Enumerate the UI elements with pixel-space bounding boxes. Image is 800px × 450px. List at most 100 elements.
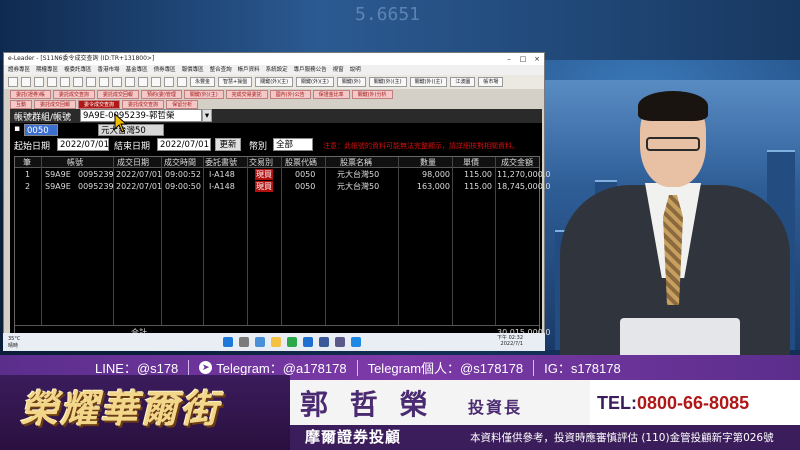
eleader-window: e-Leader - [S11N6委令成交查詢 (ID:TR+131800>] … bbox=[3, 52, 550, 342]
tab[interactable]: 保留分析 bbox=[166, 100, 199, 109]
col-index[interactable]: 筆 bbox=[23, 157, 31, 168]
toolbar-button[interactable] bbox=[151, 77, 161, 87]
menu-item[interactable]: 說明 bbox=[350, 67, 361, 73]
tab[interactable]: 委託(證券)帳 bbox=[10, 90, 51, 99]
tab[interactable]: 國內(外)公告 bbox=[269, 90, 311, 99]
tab[interactable]: 預約(委)管理 bbox=[140, 90, 182, 99]
row-price: 115.00 bbox=[464, 182, 492, 191]
toolbar-button[interactable]: 關鍵(外) bbox=[336, 77, 366, 87]
toolbar-button[interactable] bbox=[138, 77, 148, 87]
edge-icon[interactable] bbox=[303, 337, 313, 347]
weather-widget[interactable]: 35°C 晴時 bbox=[8, 336, 20, 349]
col-date[interactable]: 成交日期 bbox=[117, 157, 149, 168]
toolbar-button[interactable]: 關鍵(外)(主) bbox=[368, 77, 407, 87]
currency-select[interactable]: 全部 bbox=[273, 138, 313, 151]
toolbar-button[interactable]: 關鍵(外)(主) bbox=[255, 77, 294, 87]
minimize-button[interactable]: – bbox=[502, 53, 516, 65]
tab[interactable]: 保證金比率 bbox=[312, 90, 350, 99]
menu-item[interactable]: 報價專區 bbox=[182, 67, 204, 73]
tab[interactable]: 互動 bbox=[10, 100, 33, 109]
col-side[interactable]: 交易別 bbox=[249, 157, 273, 168]
toolbar-button[interactable] bbox=[177, 77, 187, 87]
col-account[interactable]: 帳號 bbox=[67, 157, 83, 168]
checkbox-icon[interactable]: ▪ bbox=[14, 124, 20, 134]
toolbar-button[interactable] bbox=[34, 77, 44, 87]
toolbar-button[interactable] bbox=[99, 77, 109, 87]
tab[interactable]: 委託成交查詢 bbox=[122, 100, 165, 109]
chrome-icon[interactable] bbox=[287, 337, 297, 347]
close-button[interactable]: × bbox=[530, 53, 544, 65]
col-name[interactable]: 股票名稱 bbox=[340, 157, 372, 168]
toolbar-button[interactable]: 永豐金 bbox=[190, 77, 216, 87]
refresh-button[interactable]: 更新 bbox=[215, 138, 241, 151]
disclaimer: 本資料僅供參考，投資時應審慎評估 (110)金管投顧新字第026號 bbox=[470, 432, 774, 444]
row-name: 元大台灣50 bbox=[337, 182, 380, 191]
taskbar-clock[interactable]: 下午 02:32 2022/7/1 bbox=[497, 335, 523, 347]
app-icon[interactable] bbox=[351, 337, 361, 347]
trades-table: 筆 帳號 成交日期 成交時間 委託書號 交易別 股票代碼 股票名稱 數量 單價 … bbox=[14, 156, 550, 339]
stock-code-input[interactable]: 0050 bbox=[24, 124, 58, 136]
menu-item[interactable]: 複委託專區 bbox=[64, 67, 92, 73]
tab[interactable]: 委託成交查詢 bbox=[52, 90, 95, 99]
menu-item[interactable]: 專戶服務公告 bbox=[294, 67, 327, 73]
tab[interactable]: 關鍵(外)(主) bbox=[183, 90, 224, 99]
menu-item[interactable]: 期權專區 bbox=[36, 67, 58, 73]
account-dropdown-button[interactable]: ▾ bbox=[202, 109, 212, 122]
tab[interactable]: 委託成交回報 bbox=[34, 100, 77, 109]
stock-name-field: 元大台灣50 bbox=[98, 124, 164, 136]
search-icon[interactable] bbox=[239, 337, 249, 347]
row-order-no: I-A148 bbox=[209, 170, 235, 179]
toolbar-button[interactable]: 智慧+操盤 bbox=[218, 77, 253, 87]
col-qty[interactable]: 數量 bbox=[420, 157, 436, 168]
account-select[interactable]: 9A9E-0095239-郭哲榮 bbox=[80, 109, 202, 122]
menu-item[interactable]: 證券專區 bbox=[8, 67, 30, 73]
col-order-no[interactable]: 委託書號 bbox=[205, 157, 237, 168]
toolbar-button[interactable]: 江波圖 bbox=[450, 77, 476, 87]
toolbar: 永豐金 智慧+操盤 關鍵(外)(主) 關鍵(外)(主) 關鍵(外) 關鍵(外)(主) 關鍵(… bbox=[4, 75, 544, 89]
menu-item[interactable]: 債券專區 bbox=[154, 67, 176, 73]
start-date-input[interactable]: 2022/07/01 bbox=[57, 138, 109, 151]
toolbar-button[interactable]: 關鍵(外)(主) bbox=[409, 77, 448, 87]
window-titlebar: e-Leader - [S11N6委令成交查詢 (ID:TR+131800>] … bbox=[4, 53, 544, 65]
col-amount[interactable]: 成交金額 bbox=[501, 157, 533, 168]
app-icon[interactable] bbox=[319, 337, 329, 347]
toolbar-button[interactable] bbox=[86, 77, 96, 87]
menu-item[interactable]: 基金專區 bbox=[126, 67, 148, 73]
col-price[interactable]: 單價 bbox=[463, 157, 479, 168]
toolbar-button[interactable] bbox=[164, 77, 174, 87]
toolbar-button[interactable] bbox=[21, 77, 31, 87]
menu-item[interactable]: 帳戶資料 bbox=[238, 67, 260, 73]
toolbar-button[interactable]: 關鍵(外)(主) bbox=[296, 77, 334, 87]
account-group-label: 帳號群組/帳號 bbox=[14, 113, 72, 123]
taskview-icon[interactable] bbox=[255, 337, 265, 347]
maximize-button[interactable]: □ bbox=[516, 53, 530, 65]
toolbar-button[interactable] bbox=[73, 77, 83, 87]
toolbar-button[interactable] bbox=[47, 77, 57, 87]
currency-label: 幣別 bbox=[249, 142, 268, 152]
tab[interactable]: 關鍵(外)分析 bbox=[351, 90, 393, 99]
toolbar-button[interactable] bbox=[112, 77, 122, 87]
col-time[interactable]: 成交時間 bbox=[164, 157, 196, 168]
menu-item[interactable]: 整合查詢 bbox=[210, 67, 232, 73]
toolbar-button[interactable] bbox=[8, 77, 18, 87]
col-code[interactable]: 股票代碼 bbox=[285, 157, 317, 168]
menu-item[interactable]: 系統設定 bbox=[266, 67, 288, 73]
app-icon[interactable] bbox=[335, 337, 345, 347]
row-qty: 98,000 bbox=[422, 170, 450, 179]
tab-active-order-query[interactable]: 委令成交查詢 bbox=[78, 100, 121, 109]
telegram-icon: ➤ bbox=[199, 361, 213, 374]
folder-icon[interactable] bbox=[271, 337, 281, 347]
host-title: 投資長 bbox=[468, 398, 523, 417]
tab[interactable]: 委託成交回報 bbox=[96, 90, 139, 99]
company-name: 摩爾證券投顧 bbox=[305, 428, 402, 446]
end-date-input[interactable]: 2022/07/01 bbox=[157, 138, 211, 151]
windows-start-icon[interactable] bbox=[223, 337, 233, 347]
menu-item[interactable]: 視窗 bbox=[333, 67, 344, 73]
toolbar-button[interactable] bbox=[60, 77, 70, 87]
row-account-no: 0095239 bbox=[78, 182, 114, 191]
row-time: 09:00:52 bbox=[165, 170, 201, 179]
toolbar-button[interactable]: 帳市場 bbox=[478, 77, 504, 87]
tab[interactable]: 完成交易委託 bbox=[225, 90, 268, 99]
toolbar-button[interactable] bbox=[125, 77, 135, 87]
menu-item[interactable]: 香港市場 bbox=[98, 67, 120, 73]
